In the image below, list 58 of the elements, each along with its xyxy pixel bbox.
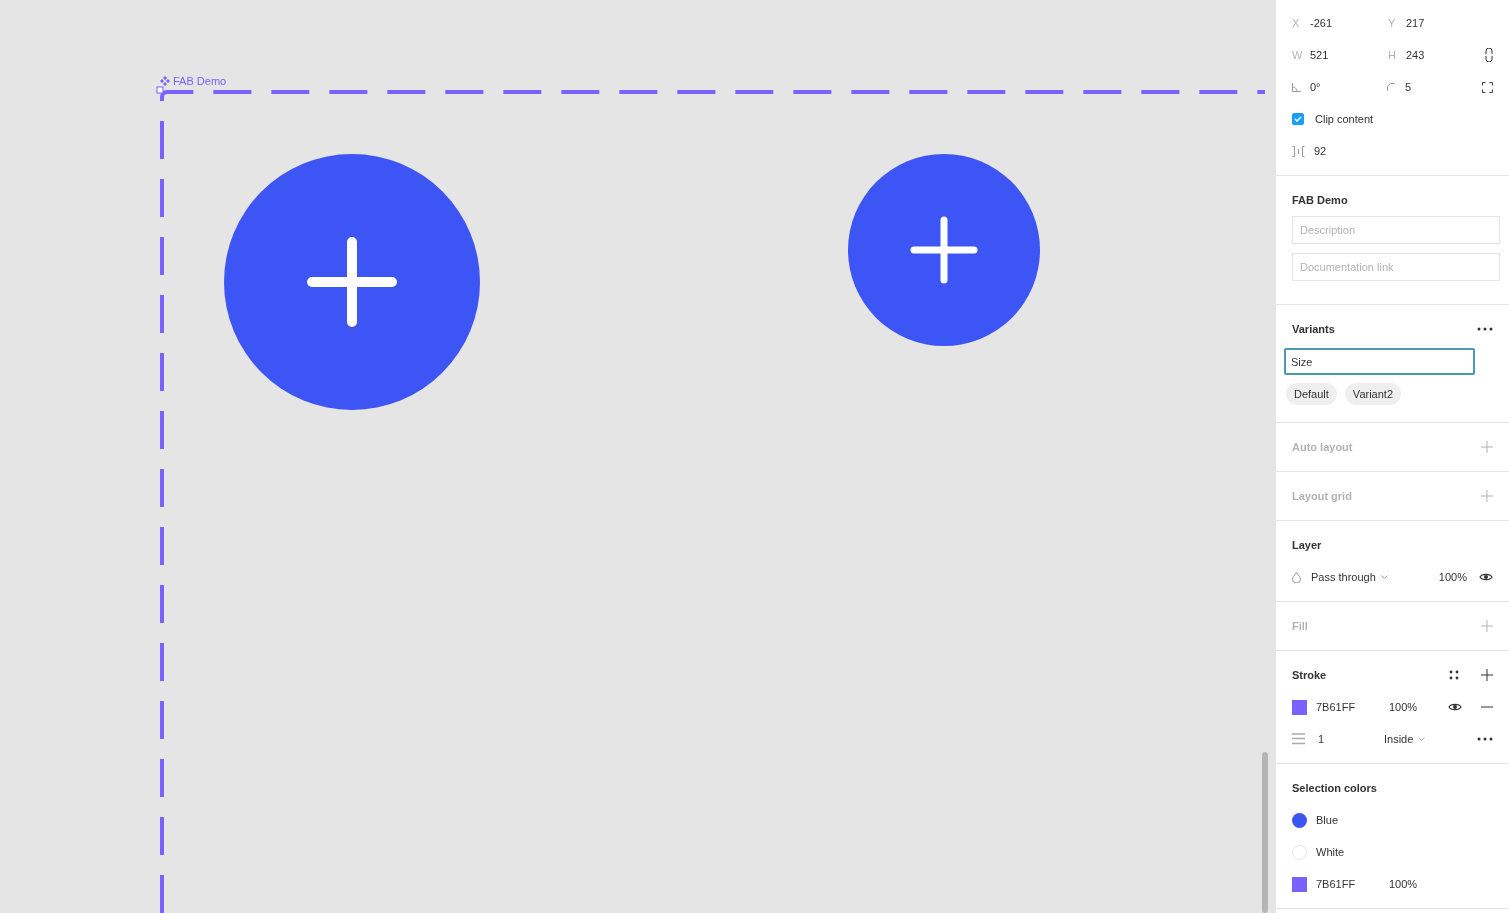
more-icon[interactable]: [1477, 737, 1493, 741]
corner-radius-icon: [1387, 83, 1396, 91]
h-label: H: [1388, 49, 1397, 61]
radius-value[interactable]: 5: [1405, 81, 1466, 93]
color-swatch[interactable]: [1292, 699, 1307, 715]
variant-chip[interactable]: Default: [1286, 383, 1337, 405]
input-field[interactable]: Description: [1292, 216, 1500, 244]
rotation-icon: [1292, 82, 1301, 92]
styles-icon[interactable]: [1449, 670, 1459, 680]
opacity-value[interactable]: 100%: [1438, 571, 1467, 583]
color-swatch[interactable]: [1292, 812, 1307, 828]
caret-icon: [1380, 575, 1388, 579]
frame-label[interactable]: FAB Demo: [173, 75, 227, 87]
y-value[interactable]: 217: [1406, 17, 1466, 29]
plus-icon[interactable]: [1481, 669, 1493, 681]
spacing-value[interactable]: 92: [1314, 145, 1327, 157]
rotation-value[interactable]: 0°: [1310, 81, 1370, 93]
opacity-value[interactable]: 100%: [1389, 701, 1448, 713]
opacity-value[interactable]: 100%: [1389, 878, 1418, 890]
section-title: FAB Demo: [1292, 194, 1349, 206]
constrain-proportions-icon[interactable]: [1485, 48, 1493, 62]
eye-icon[interactable]: [1448, 702, 1462, 712]
input-field[interactable]: Size: [1284, 348, 1475, 375]
x-label: X: [1292, 17, 1301, 29]
w-label: W: [1292, 49, 1304, 61]
independent-corners-icon[interactable]: [1482, 81, 1493, 93]
section-title: Layer: [1292, 539, 1323, 551]
variant-chip[interactable]: Variant2: [1344, 383, 1401, 405]
caret-icon: [1418, 737, 1426, 741]
blend-mode-select[interactable]: Pass through: [1311, 571, 1376, 583]
component-icon: [160, 76, 170, 86]
color-swatch[interactable]: [1292, 876, 1307, 892]
section-title: Stroke: [1292, 669, 1328, 681]
spacing-icon: [1292, 145, 1305, 157]
resize-handle[interactable]: [156, 86, 164, 94]
hex-value[interactable]: 7B61FF: [1316, 701, 1389, 713]
section-title: Fill: [1292, 620, 1309, 632]
section-title: Selection colors: [1292, 782, 1378, 794]
stroke-position-select[interactable]: Inside: [1384, 733, 1414, 745]
stroke-weight-value[interactable]: 1: [1318, 733, 1384, 745]
x-value[interactable]: -261: [1310, 17, 1370, 29]
checkbox-label: Clip content: [1315, 113, 1374, 125]
color-name[interactable]: Blue: [1316, 814, 1389, 826]
checkbox[interactable]: [1292, 113, 1304, 125]
scrollbar[interactable]: [1262, 752, 1268, 913]
color-name[interactable]: 7B61FF: [1316, 878, 1389, 890]
stroke-weight-icon: [1292, 733, 1305, 745]
section-title: Variants: [1292, 323, 1336, 335]
eye-icon[interactable]: [1479, 572, 1493, 582]
section-title: Layout grid: [1292, 490, 1353, 502]
color-name[interactable]: White: [1316, 846, 1389, 858]
width-value[interactable]: 521: [1310, 49, 1370, 61]
more-icon[interactable]: [1477, 327, 1493, 331]
blend-icon: [1292, 571, 1301, 583]
input-field[interactable]: Documentation link: [1292, 253, 1500, 281]
section-title: Auto layout: [1292, 441, 1354, 453]
height-value[interactable]: 243: [1406, 49, 1466, 61]
y-label: Y: [1388, 17, 1397, 29]
